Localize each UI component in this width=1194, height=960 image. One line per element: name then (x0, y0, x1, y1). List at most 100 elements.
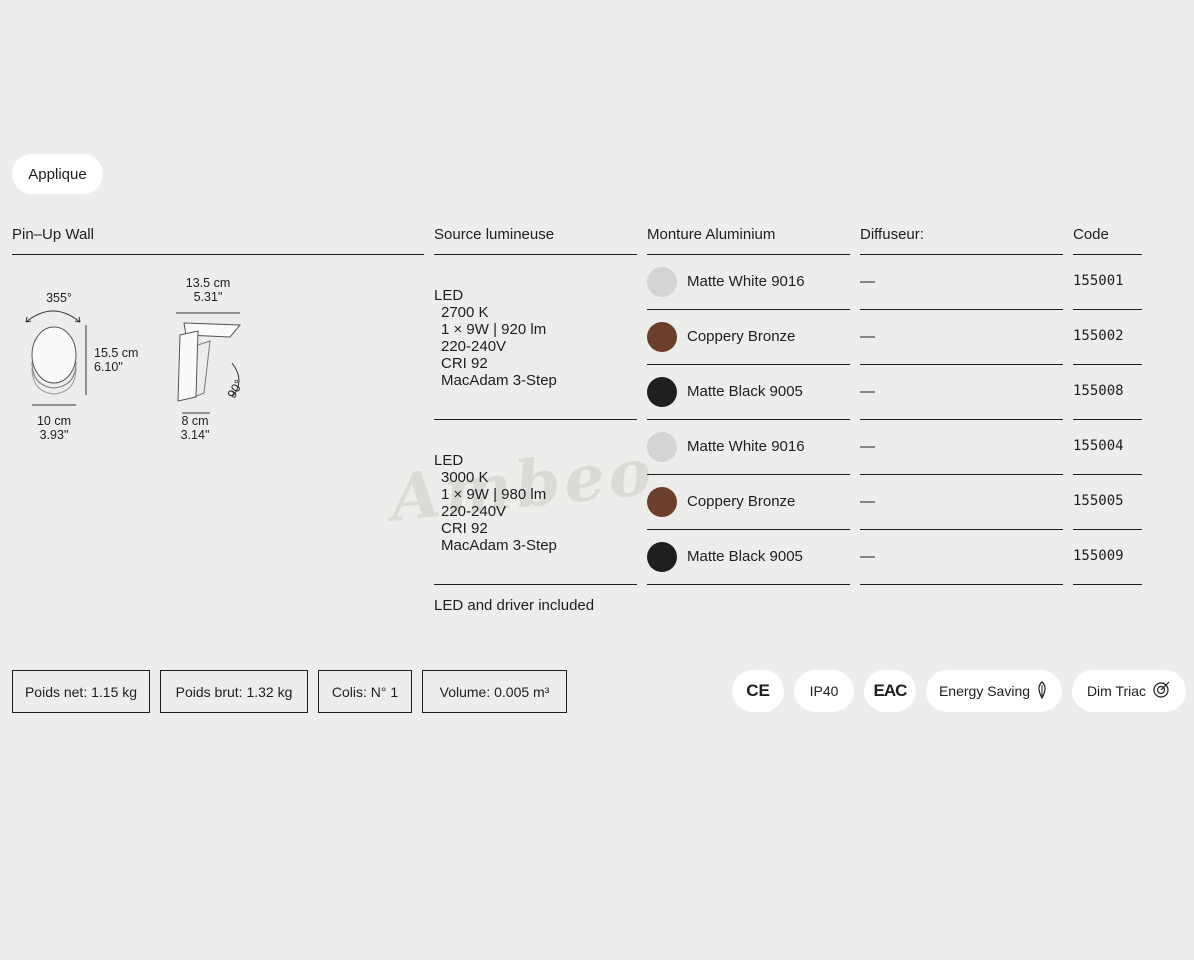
row-divider (860, 529, 1063, 530)
packages-box: Colis: N° 1 (318, 670, 412, 713)
finish-name: Matte White 9016 (687, 273, 805, 290)
ce-label: CE (746, 681, 770, 700)
row-divider (860, 364, 1063, 365)
light-source-2: LED 3000 K 1 × 9W | 980 lm 220-240V CRI … (434, 452, 557, 554)
height-cm-label: 15.5 cm (94, 346, 139, 360)
divider (860, 254, 1063, 255)
product-code: 155008 (1073, 383, 1124, 399)
dimmer-icon (1151, 680, 1171, 703)
cri: CRI 92 (441, 355, 488, 372)
product-code: 155002 (1073, 328, 1124, 344)
product-code: 155001 (1073, 273, 1124, 289)
packages: Colis: N° 1 (331, 683, 399, 700)
depth-top-in-label: 5.31" (193, 290, 223, 304)
divider (434, 254, 637, 255)
row-divider (1073, 584, 1142, 585)
finish-name: Matte Black 9005 (687, 383, 803, 400)
product-code: 155009 (1073, 548, 1124, 564)
finish-name: Coppery Bronze (687, 493, 796, 510)
cri: CRI 92 (441, 520, 488, 537)
gross-weight-box: Poids brut: 1.32 kg (160, 670, 308, 713)
voltage: 220-240V (441, 503, 507, 520)
ce-badge[interactable]: CE (732, 670, 784, 712)
finish-name: Matte White 9016 (687, 438, 805, 455)
energy-saving-label: Energy Saving (938, 683, 1031, 699)
rotation-label: 355° (46, 291, 72, 305)
dim-triac-badge[interactable]: Dim Triac (1072, 670, 1186, 712)
depth-cm-label: 8 cm (181, 414, 209, 428)
power-flux: 1 × 9W | 980 lm (441, 486, 547, 503)
row-divider (647, 474, 850, 475)
row-divider (860, 474, 1063, 475)
row-divider (1073, 474, 1142, 475)
header-diffuser: Diffuseur: (860, 226, 924, 243)
row-divider (647, 584, 850, 585)
diffuser-value: — (860, 548, 875, 565)
net-weight-box: Poids net: 1.15 kg (12, 670, 150, 713)
light-source-1: LED 2700 K 1 × 9W | 920 lm 220-240V CRI … (434, 287, 557, 389)
row-divider (1073, 529, 1142, 530)
header-frame: Monture Aluminium (647, 226, 776, 243)
finish-swatch[interactable] (647, 487, 677, 517)
divider (434, 419, 637, 420)
height-in-label: 6.10" (94, 360, 123, 374)
diffuser-value: — (860, 273, 875, 290)
source-type: LED (434, 287, 464, 304)
macadam: MacAdam 3-Step (441, 537, 557, 554)
header-source: Source lumineuse (434, 226, 555, 243)
row-divider (1073, 309, 1142, 310)
width-in-label: 3.93" (39, 428, 69, 442)
color-temperature: 2700 K (441, 304, 489, 321)
divider (434, 584, 637, 585)
finish-swatch[interactable] (647, 377, 677, 407)
category-tag[interactable]: Applique (12, 154, 103, 194)
row-divider (860, 584, 1063, 585)
width-cm-label: 10 cm (36, 414, 72, 428)
divider (1073, 254, 1142, 255)
divider (647, 254, 850, 255)
row-divider (647, 419, 850, 420)
finish-swatch[interactable] (647, 267, 677, 297)
leaf-icon (1035, 680, 1049, 702)
row-divider (1073, 419, 1142, 420)
voltage: 220-240V (441, 338, 507, 355)
diffuser-value: — (860, 438, 875, 455)
row-divider (860, 309, 1063, 310)
net-weight: Poids net: 1.15 kg (24, 683, 138, 700)
finish-name: Matte Black 9005 (687, 548, 803, 565)
color-temperature: 3000 K (441, 469, 489, 486)
category-label: Applique (28, 165, 87, 183)
depth-in-label: 3.14" (180, 428, 210, 442)
volume-box: Volume: 0.005 m³ (422, 670, 567, 713)
volume: Volume: 0.005 m³ (439, 683, 550, 700)
row-divider (647, 364, 850, 365)
ip-label: IP40 (809, 683, 839, 699)
depth-top-cm-label: 13.5 cm (185, 276, 231, 290)
finish-swatch[interactable] (647, 542, 677, 572)
gross-weight: Poids brut: 1.32 kg (175, 683, 293, 700)
diffuser-value: — (860, 328, 875, 345)
diffuser-value: — (860, 383, 875, 400)
power-flux: 1 × 9W | 920 lm (441, 321, 547, 338)
energy-saving-badge[interactable]: Energy Saving (926, 670, 1062, 712)
product-code: 155005 (1073, 493, 1124, 509)
ip-badge[interactable]: IP40 (794, 670, 854, 712)
finish-name: Coppery Bronze (687, 328, 796, 345)
source-type: LED (434, 452, 464, 469)
included-note: LED and driver included (434, 597, 595, 614)
row-divider (647, 309, 850, 310)
finish-swatch[interactable] (647, 322, 677, 352)
product-code: 155004 (1073, 438, 1124, 454)
divider (12, 254, 424, 255)
eac-label: EAC (873, 681, 908, 700)
dim-triac-label: Dim Triac (1086, 683, 1147, 699)
row-divider (647, 529, 850, 530)
row-divider (1073, 364, 1142, 365)
eac-badge[interactable]: EAC (864, 670, 916, 712)
macadam: MacAdam 3-Step (441, 372, 557, 389)
diffuser-value: — (860, 493, 875, 510)
product-name: Pin–Up Wall (12, 226, 94, 243)
row-divider (860, 419, 1063, 420)
finish-swatch[interactable] (647, 432, 677, 462)
header-code: Code (1073, 226, 1109, 243)
